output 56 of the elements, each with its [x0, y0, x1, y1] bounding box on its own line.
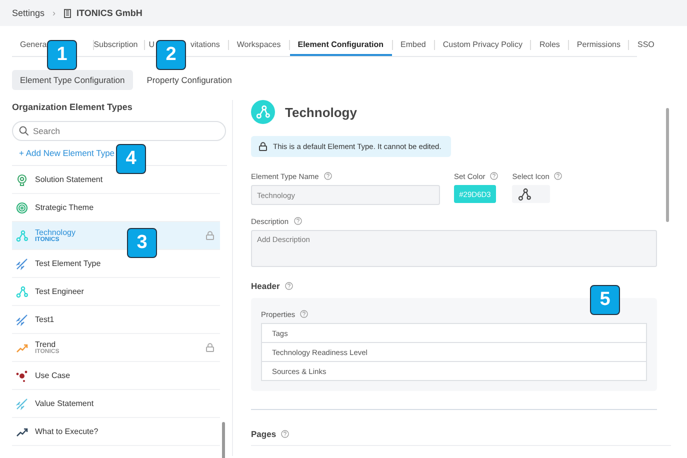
settings-tab[interactable]: Permissions: [568, 34, 628, 56]
item-name: Solution Statement: [35, 175, 103, 184]
settings-tab[interactable]: Genera: [12, 34, 47, 56]
callout-badge: 2: [156, 40, 186, 70]
element-type-item[interactable]: Test1: [12, 306, 220, 334]
item-name: Test1: [35, 315, 54, 324]
item-name: Trend: [35, 340, 56, 349]
settings-tab[interactable]: Embed: [392, 34, 434, 56]
settings-tab[interactable]: SSO: [629, 34, 662, 56]
scrollbar-thumb[interactable]: [222, 422, 225, 458]
help-icon[interactable]: [324, 172, 332, 180]
help-icon[interactable]: [300, 310, 308, 318]
section-title: Pages: [251, 429, 276, 439]
element-type-item[interactable]: Test Element Type: [12, 250, 220, 278]
help-icon[interactable]: [294, 217, 302, 225]
callout-badge: 5: [590, 285, 620, 315]
item-name: Use Case: [35, 371, 70, 380]
settings-tab[interactable]: Workspaces: [228, 34, 289, 56]
callout-badge: 1: [47, 40, 77, 70]
add-element-type-link[interactable]: + Add New Element Type: [19, 148, 115, 158]
element-type-item[interactable]: Value Statement: [12, 390, 220, 418]
help-icon[interactable]: [284, 282, 293, 290]
icon-picker[interactable]: [512, 185, 550, 203]
settings-tab[interactable]: Element Configuration: [290, 34, 392, 56]
nodes-icon: [518, 188, 532, 200]
breadcrumb-link[interactable]: Settings: [12, 8, 45, 18]
element-type-item[interactable]: Test Engineer: [12, 278, 220, 306]
callout-badge: 3: [127, 228, 157, 258]
item-name: What to Execute?: [35, 427, 98, 436]
settings-tab[interactable]: Custom Privacy Policy: [434, 34, 530, 56]
lock-icon: [259, 142, 267, 151]
item-name: Test Engineer: [35, 287, 84, 296]
item-name: Test Element Type: [35, 259, 101, 268]
sub-tab[interactable]: Element Type Configuration: [12, 70, 133, 90]
item-name: Value Statement: [35, 399, 94, 408]
detail-title: Technology: [285, 104, 357, 120]
callout-badge: 4: [116, 144, 146, 174]
breadcrumb-current: ITONICS GmbH: [76, 8, 142, 18]
help-icon[interactable]: [490, 172, 498, 180]
element-type-item[interactable]: What to Execute?: [12, 418, 220, 446]
settings-tab[interactable]: Subscription: [94, 34, 144, 56]
element-type-item[interactable]: Solution Statement: [12, 166, 220, 194]
element-type-icon: [251, 100, 275, 124]
scrollbar-thumb[interactable]: [666, 108, 669, 222]
element-type-item[interactable]: Use Case: [12, 362, 220, 390]
sidebar-title: Organization Element Types: [12, 102, 134, 112]
breadcrumb-separator: ›: [52, 8, 57, 18]
help-icon[interactable]: [281, 430, 290, 438]
settings-tab[interactable]: Roles: [531, 34, 568, 56]
help-icon[interactable]: [554, 172, 562, 180]
section-title: Header: [251, 281, 280, 291]
item-name: Strategic Theme: [35, 203, 94, 212]
search-icon: [19, 126, 29, 136]
sub-tab[interactable]: Property Configuration: [138, 70, 240, 90]
item-name: Technology: [35, 228, 76, 237]
search-field[interactable]: Search: [12, 121, 226, 141]
